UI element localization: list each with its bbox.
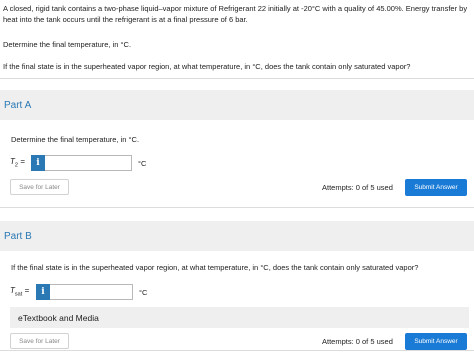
- part-b-answer-input[interactable]: [50, 284, 133, 300]
- part-a-save-button[interactable]: Save for Later: [10, 179, 69, 195]
- part-a-attempts: Attempts: 0 of 5 used: [322, 183, 393, 192]
- divider: [0, 78, 474, 79]
- problem-task-a: Determine the final temperature, in °C.: [3, 40, 132, 49]
- part-a-unit: °C: [138, 158, 147, 168]
- part-b-header: Part B: [0, 221, 474, 251]
- info-icon[interactable]: i: [36, 284, 50, 300]
- info-icon[interactable]: i: [31, 155, 45, 171]
- part-b-attempts: Attempts: 0 of 5 used: [322, 337, 393, 346]
- part-a-answer-input[interactable]: [45, 155, 132, 171]
- etextbook-media-link[interactable]: eTextbook and Media: [10, 307, 469, 328]
- part-a-header: Part A: [0, 90, 474, 120]
- part-b-title: Part B: [4, 231, 32, 242]
- part-b-save-button[interactable]: Save for Later: [10, 333, 69, 349]
- part-b-question: If the final state is in the superheated…: [11, 263, 419, 272]
- part-b-submit-button[interactable]: Submit Answer: [405, 333, 467, 350]
- part-b-variable-label: Tsat =: [10, 286, 30, 298]
- problem-task-b: If the final state is in the superheated…: [3, 62, 411, 71]
- part-a-question: Determine the final temperature, in °C.: [11, 135, 140, 144]
- part-a-variable-label: T2 =: [10, 157, 25, 169]
- part-a-input-row: T2 = i °C: [10, 155, 146, 171]
- problem-statement: A closed, rigid tank contains a two-phas…: [3, 4, 468, 24]
- part-a-title: Part A: [4, 100, 32, 111]
- part-b-unit: °C: [139, 287, 148, 297]
- part-a-submit-button[interactable]: Submit Answer: [405, 179, 467, 196]
- part-b-input-row: Tsat = i °C: [10, 284, 147, 300]
